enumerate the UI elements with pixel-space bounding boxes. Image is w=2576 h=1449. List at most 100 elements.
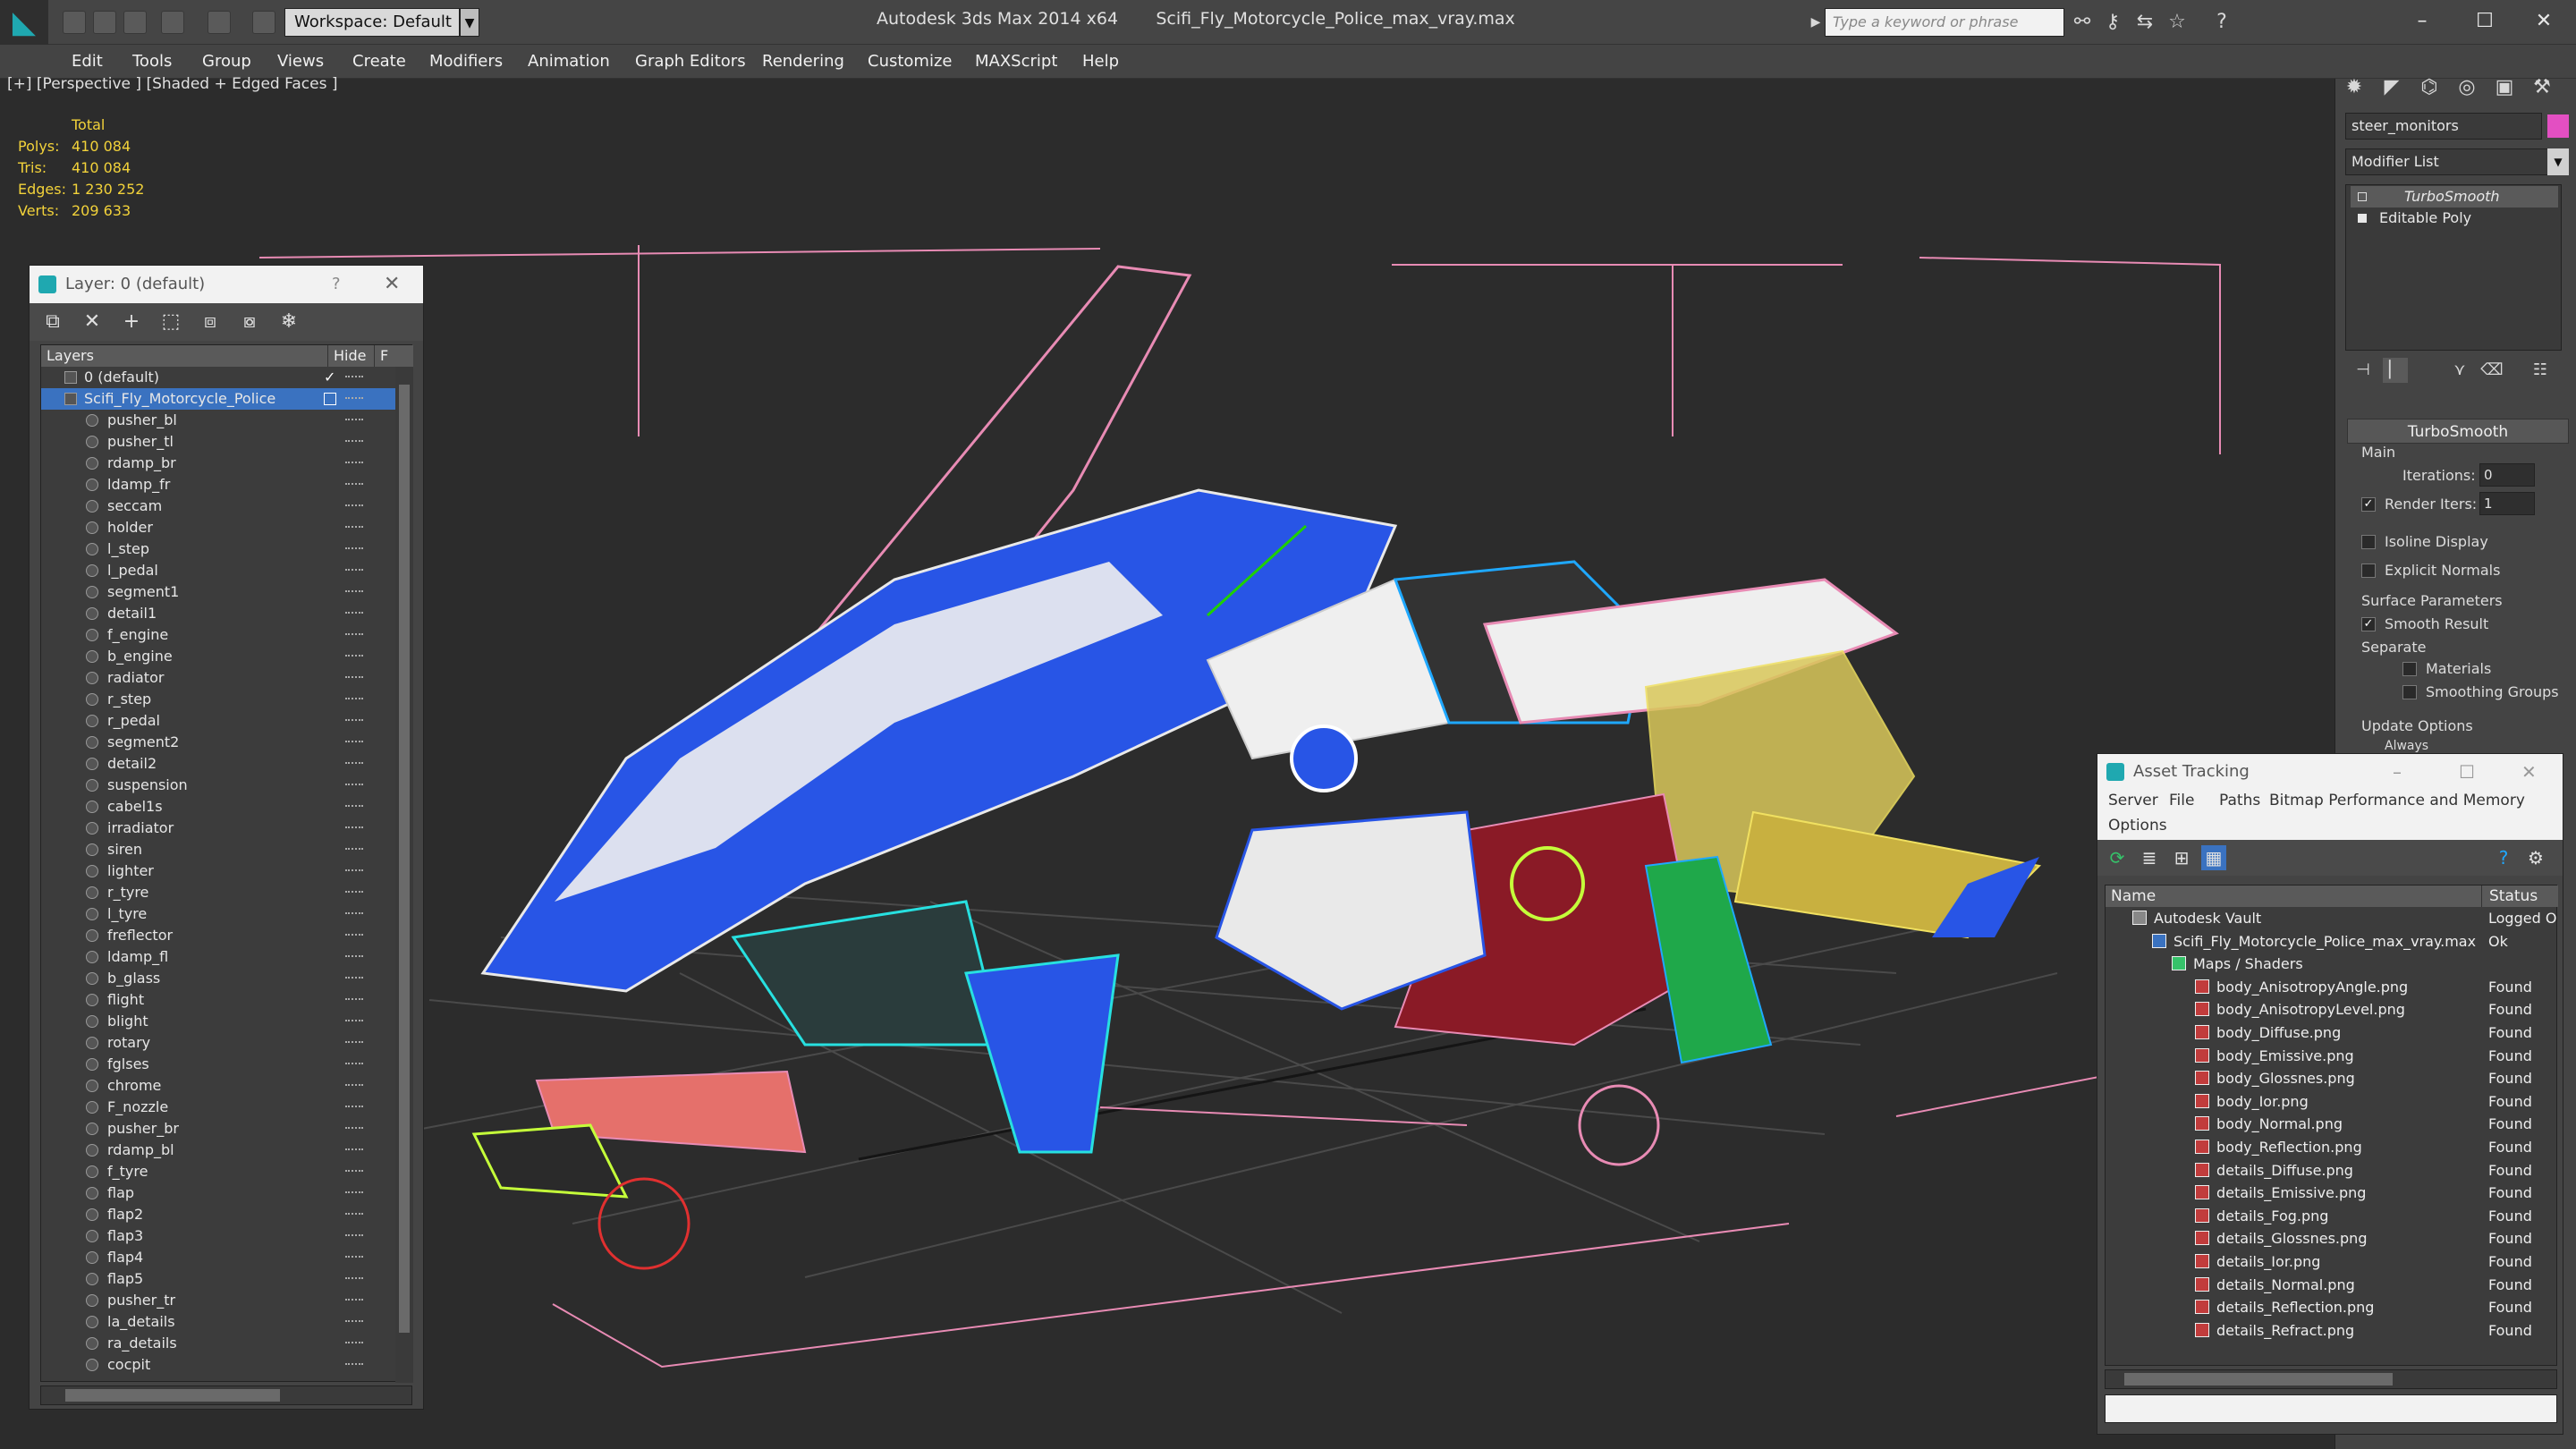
asset-row-map[interactable]: details_Diffuse.png Found	[2106, 1159, 2558, 1182]
search-input[interactable]: Type a keyword or phrase	[1825, 8, 2064, 37]
menu-graph-editors[interactable]: Graph Editors	[635, 45, 746, 79]
hide-toggle[interactable]	[345, 612, 363, 615]
asset-path-field[interactable]	[2105, 1394, 2557, 1423]
layer-child-row[interactable]: lighter	[41, 860, 395, 882]
help-icon[interactable]: ?	[2491, 845, 2516, 870]
hide-toggle[interactable]	[345, 912, 363, 916]
highlight-layer-icon[interactable]: ⧈	[196, 309, 225, 335]
hide-toggle[interactable]	[345, 998, 363, 1002]
layer-child-row[interactable]: ra_details	[41, 1333, 395, 1354]
layer-child-row[interactable]: rdamp_br	[41, 453, 395, 474]
stack-item-turbosmooth[interactable]: TurboSmooth	[2351, 186, 2558, 208]
new-file-icon[interactable]	[63, 11, 86, 34]
hide-toggle[interactable]	[345, 784, 363, 787]
hide-toggle[interactable]	[345, 869, 363, 873]
hide-toggle[interactable]	[345, 1041, 363, 1045]
hide-toggle[interactable]	[345, 1020, 363, 1023]
hide-toggle[interactable]	[345, 1363, 363, 1367]
layer-child-row[interactable]: cabel1s	[41, 796, 395, 818]
asset-menu-server[interactable]: Server	[2108, 792, 2158, 809]
configure-sets-icon[interactable]: ☷	[2528, 358, 2553, 383]
open-file-icon[interactable]	[93, 11, 116, 34]
hide-toggle[interactable]	[345, 655, 363, 658]
hide-toggle[interactable]	[345, 1234, 363, 1238]
hide-toggle[interactable]	[345, 698, 363, 701]
hide-toggle[interactable]	[345, 848, 363, 852]
asset-row-map[interactable]: details_Refract.png Found	[2106, 1319, 2558, 1343]
settings-icon[interactable]: ⚙	[2523, 845, 2548, 870]
asset-row-map[interactable]: details_Glossnes.png Found	[2106, 1227, 2558, 1250]
layer-child-row[interactable]: r_tyre	[41, 882, 395, 903]
active-layer-check-icon[interactable]: ✓	[324, 367, 335, 388]
utilities-tab-icon[interactable]: ⚒	[2529, 75, 2555, 100]
layer-child-row[interactable]: irradiator	[41, 818, 395, 839]
layer-child-row[interactable]: f_engine	[41, 624, 395, 646]
expand-icon[interactable]	[2358, 214, 2367, 223]
asset-row-map[interactable]: body_Diffuse.png Found	[2106, 1021, 2558, 1045]
layer-child-row[interactable]: fglses	[41, 1054, 395, 1075]
layer-child-row[interactable]: radiator	[41, 667, 395, 689]
table-view-icon[interactable]: ⊞	[2169, 845, 2194, 870]
asset-row-map[interactable]: body_Reflection.png Found	[2106, 1136, 2558, 1159]
layer-child-row[interactable]: detail1	[41, 603, 395, 624]
layer-manager-window[interactable]: Layer: 0 (default) ? ✕ ⧉ ✕ + ⬚ ⧈ ⧇ ❄ Lay…	[29, 265, 424, 1410]
layer-row-default[interactable]: 0 (default) ✓	[41, 367, 395, 388]
smooth-result-checkbox[interactable]: ✓	[2361, 617, 2376, 631]
menu-edit[interactable]: Edit	[72, 45, 103, 79]
hide-toggle[interactable]	[345, 1213, 363, 1216]
asset-row-map[interactable]: details_Emissive.png Found	[2106, 1182, 2558, 1205]
layer-child-row[interactable]: flight	[41, 989, 395, 1011]
asset-menu-bitmap[interactable]: Bitmap Performance and Memory	[2269, 792, 2525, 809]
hide-toggle[interactable]	[345, 826, 363, 830]
layer-child-row[interactable]: flap5	[41, 1268, 395, 1290]
col-name[interactable]: Name	[2111, 886, 2156, 907]
layer-child-row[interactable]: segment2	[41, 732, 395, 753]
grid-view-icon[interactable]: ▦	[2201, 845, 2226, 870]
hide-toggle[interactable]	[345, 1063, 363, 1066]
layer-child-row[interactable]: flap4	[41, 1247, 395, 1268]
asset-row-map[interactable]: body_AnisotropyAngle.png Found	[2106, 976, 2558, 999]
hide-toggle[interactable]	[345, 1342, 363, 1345]
layer-child-row[interactable]: freflector	[41, 925, 395, 946]
maximize-icon[interactable]: ☐	[2456, 4, 2513, 39]
asset-row-map[interactable]: body_Glossnes.png Found	[2106, 1067, 2558, 1090]
asset-hscroll-thumb[interactable]	[2124, 1373, 2393, 1385]
key-icon[interactable]: ⚷	[2100, 10, 2125, 35]
asset-row-map[interactable]: details_Fog.png Found	[2106, 1205, 2558, 1228]
close-icon[interactable]: ✕	[2515, 4, 2572, 39]
layer-child-row[interactable]: pusher_tr	[41, 1290, 395, 1311]
close-icon[interactable]: ✕	[384, 266, 400, 303]
list-view-icon[interactable]: ≣	[2137, 845, 2162, 870]
create-tab-icon[interactable]: ✹	[2342, 75, 2367, 100]
layer-child-row[interactable]: segment1	[41, 581, 395, 603]
layer-child-row[interactable]: l_step	[41, 538, 395, 560]
undo-icon[interactable]	[161, 11, 184, 34]
hide-toggle[interactable]	[345, 805, 363, 809]
asset-menu-options[interactable]: Options	[2108, 817, 2167, 835]
asset-menu-file[interactable]: File	[2169, 792, 2194, 809]
delete-layer-icon[interactable]: ✕	[78, 309, 106, 335]
layer-child-row[interactable]: f_tyre	[41, 1161, 395, 1182]
layer-scroll-thumb[interactable]	[399, 385, 410, 1333]
layer-child-row[interactable]: cocpit	[41, 1354, 395, 1376]
hide-toggle[interactable]	[345, 462, 363, 465]
menu-animation[interactable]: Animation	[528, 45, 610, 79]
layer-child-row[interactable]: flap3	[41, 1225, 395, 1247]
add-to-layer-icon[interactable]: +	[117, 309, 146, 335]
hide-toggle[interactable]	[345, 741, 363, 744]
layer-child-row[interactable]: pusher_br	[41, 1118, 395, 1140]
hide-toggle[interactable]	[345, 440, 363, 444]
asset-row-map[interactable]: body_Normal.png Found	[2106, 1113, 2558, 1136]
asset-tracking-window[interactable]: Asset Tracking – ☐ ✕ Server File Paths B…	[2097, 753, 2563, 1435]
binoculars-icon[interactable]: ⚯	[2070, 10, 2095, 35]
hide-toggle[interactable]	[345, 547, 363, 551]
menu-help[interactable]: Help	[1082, 45, 1119, 79]
stack-item-editable-poly[interactable]: Editable Poly	[2351, 208, 2558, 229]
layer-child-row[interactable]: holder	[41, 517, 395, 538]
hide-toggle[interactable]	[345, 504, 363, 508]
hide-toggle[interactable]	[345, 977, 363, 980]
menu-views[interactable]: Views	[277, 45, 324, 79]
layer-child-row[interactable]: l_pedal	[41, 560, 395, 581]
hide-toggle[interactable]	[345, 397, 363, 401]
menu-tools[interactable]: Tools	[132, 45, 172, 79]
